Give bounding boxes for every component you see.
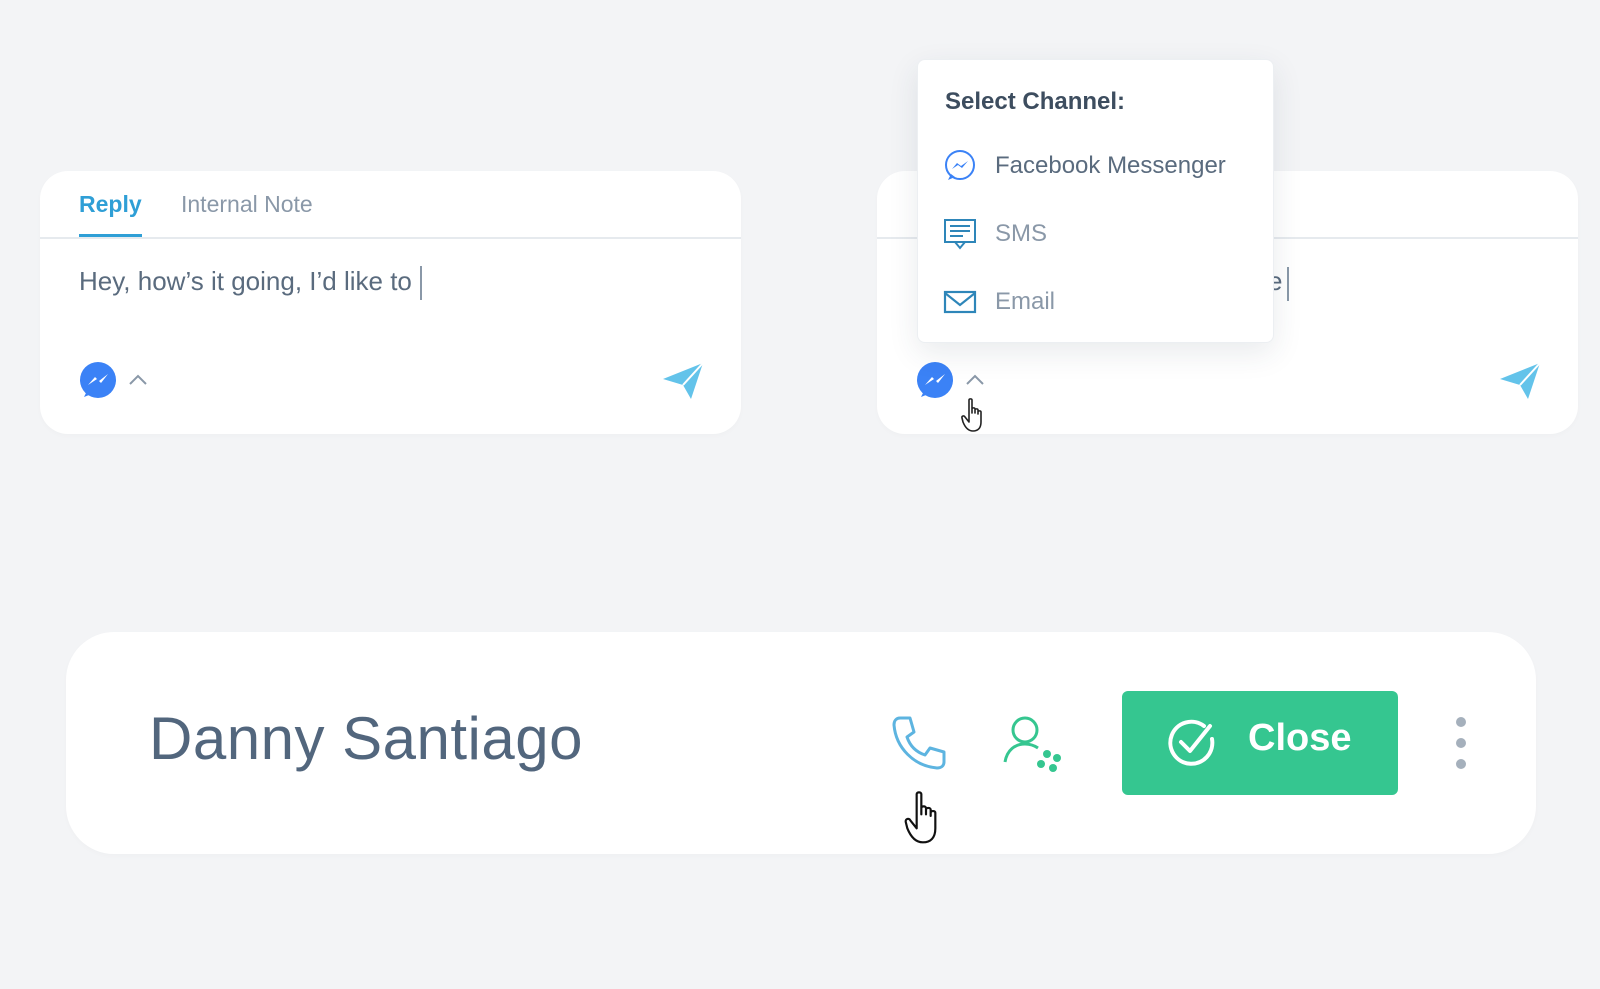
check-circle-icon — [1166, 717, 1218, 769]
channel-dropdown: Select Channel: Facebook Messenger SMS E… — [917, 59, 1274, 343]
tab-internal-note[interactable]: Internal Note — [181, 191, 313, 218]
text-caret — [419, 266, 422, 301]
contact-name: Danny Santiago — [149, 705, 583, 772]
reply-input[interactable]: Hey, how’s it going, I’d like to — [79, 266, 422, 301]
text-caret — [1287, 267, 1289, 301]
composer-tabs: Reply Internal Note — [40, 171, 741, 239]
messenger-icon[interactable] — [915, 361, 955, 401]
channel-option-email[interactable]: Email — [943, 281, 1253, 321]
dropdown-title: Select Channel: — [945, 88, 1126, 115]
email-icon — [943, 285, 977, 319]
channel-option-sms[interactable]: SMS — [943, 213, 1253, 253]
close-button-label: Close — [1248, 717, 1352, 759]
close-conversation-button[interactable]: Close — [1122, 691, 1398, 795]
messenger-icon — [943, 149, 977, 183]
conversation-header: Danny Santiago Close — [66, 632, 1536, 854]
tab-reply[interactable]: Reply — [79, 191, 142, 218]
active-tab-indicator — [79, 234, 142, 237]
send-icon[interactable] — [1498, 359, 1542, 403]
chevron-up-icon[interactable] — [963, 371, 987, 389]
send-icon[interactable] — [661, 359, 705, 403]
reply-composer: Reply Internal Note Hey, how’s it going,… — [40, 171, 741, 434]
channel-option-label: Email — [995, 288, 1056, 315]
channel-option-facebook-messenger[interactable]: Facebook Messenger — [943, 145, 1253, 185]
phone-icon[interactable] — [886, 710, 952, 776]
sms-icon — [943, 217, 977, 251]
channel-option-label: SMS — [995, 220, 1048, 247]
channel-option-label: Facebook Messenger — [995, 152, 1226, 179]
messenger-icon[interactable] — [78, 361, 118, 401]
assign-agent-icon[interactable] — [1001, 710, 1067, 776]
reply-draft-text: Hey, how’s it going, I’d like to — [79, 266, 412, 296]
chevron-up-icon[interactable] — [126, 371, 150, 389]
more-options-icon[interactable] — [1448, 714, 1474, 772]
